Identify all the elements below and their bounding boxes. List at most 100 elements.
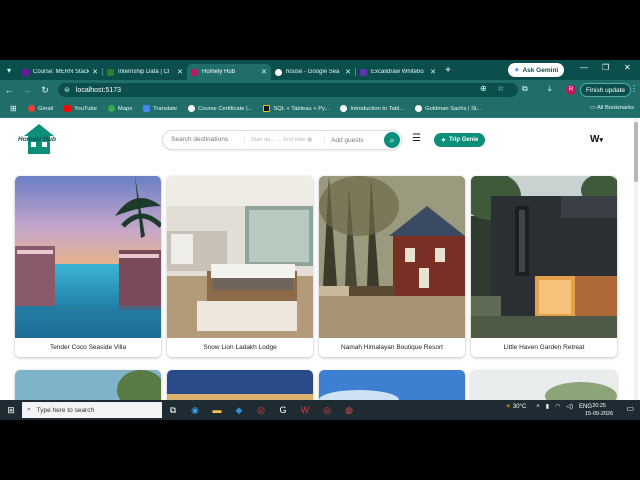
tab-course[interactable]: Course: MERN Stack ✕ xyxy=(18,64,102,80)
vscode-icon[interactable]: ◆ xyxy=(228,402,250,418)
close-window-icon[interactable]: ✕ xyxy=(624,63,631,72)
file-explorer-icon[interactable]: ▬ xyxy=(206,402,228,418)
tab-label: house - Google Sea xyxy=(286,69,340,75)
close-icon[interactable]: ✕ xyxy=(261,68,267,76)
clock-time: 20:25 xyxy=(592,403,606,409)
all-bookmarks-button[interactable]: ▭ All Bookmarks xyxy=(590,105,634,111)
listing-name: Little Haven Garden Retreat xyxy=(503,344,585,351)
chrome-profile-icon[interactable]: ◎ xyxy=(316,402,338,418)
globe-icon xyxy=(340,105,348,112)
edge-icon[interactable]: ◉ xyxy=(184,402,206,418)
chrome-icon[interactable]: ◎ xyxy=(250,402,272,418)
taskbar-search-input[interactable]: ⌕ Type here to search xyxy=(22,402,162,418)
date-range-input[interactable]: Start da... → End date ▦ xyxy=(245,134,325,146)
scrollbar-thumb[interactable] xyxy=(634,122,638,182)
profile-avatar[interactable]: R xyxy=(566,85,576,95)
bookmark-youtube[interactable]: YouTube xyxy=(64,105,97,112)
google-icon[interactable]: G xyxy=(272,402,294,418)
tab-excalidraw[interactable]: Excalidraw Whitebo ✕ xyxy=(356,64,440,80)
globe-icon xyxy=(415,105,423,112)
bookmark-goldman-sachs[interactable]: Goldman Sachs | St... xyxy=(415,105,481,112)
bookmark-intro-tableau[interactable]: Introduction to Tabl... xyxy=(340,105,404,112)
browser-address-bar: ← → ↻ ⊜ localhost:5173 ⊕ ☆ ⧉ ⤓ R Finish … xyxy=(0,80,640,100)
search-icon: ⌕ xyxy=(27,406,31,413)
windows-start-icon[interactable]: ⊞ xyxy=(0,405,22,416)
finish-update-button[interactable]: Finish update xyxy=(580,83,632,97)
bookmark-gmail[interactable]: Gmail xyxy=(28,105,53,112)
trip-genie-button[interactable]: ✦ Trip Genie xyxy=(434,133,486,147)
date-range-label: Start da... → End date xyxy=(251,137,306,143)
weather-icon: ☀ xyxy=(505,404,511,410)
listing-image xyxy=(319,176,465,338)
gmail-icon xyxy=(28,105,35,112)
listing-image xyxy=(167,176,313,338)
tab-internship[interactable]: Internship Data | Cl ✕ xyxy=(103,64,187,80)
close-icon[interactable]: ✕ xyxy=(430,68,436,76)
listing-card[interactable] xyxy=(15,370,161,400)
bookmark-translate[interactable]: Translate xyxy=(143,105,177,112)
bookmark-maps[interactable]: Maps xyxy=(107,105,132,112)
close-icon[interactable]: ✕ xyxy=(345,68,351,76)
ask-gemini-button[interactable]: ✦ Ask Gemini xyxy=(508,63,565,77)
restore-icon[interactable]: ❐ xyxy=(602,63,609,72)
guests-input[interactable]: Add guests xyxy=(325,137,364,144)
extensions-icon[interactable]: ⧉ xyxy=(522,84,528,94)
user-menu[interactable]: W▾ xyxy=(590,134,603,145)
forward-arrow-icon[interactable]: → xyxy=(18,85,36,95)
logo-text: Homely Hub xyxy=(18,136,56,143)
listing-card[interactable] xyxy=(471,370,617,400)
bookmark-label: Gmail xyxy=(38,105,54,112)
bookmark-label: SQL + Tableau + Py... xyxy=(273,105,330,112)
calendar-icon: ▦ xyxy=(306,137,313,143)
listing-card[interactable]: Tender Coco Seaside Villa xyxy=(15,176,161,357)
screen: ▾ Course: MERN Stack ✕ Internship Data |… xyxy=(0,60,640,420)
listing-card[interactable]: Little Haven Garden Retreat xyxy=(471,176,617,357)
chevron-up-icon[interactable]: ˄ xyxy=(536,404,540,410)
bookmark-course-certificate[interactable]: Course Certificate |... xyxy=(188,105,252,112)
tab-homely-hub[interactable]: Homely Hub ✕ xyxy=(187,64,271,80)
globe-icon xyxy=(188,105,196,112)
weather-temp: 30°C xyxy=(512,403,527,410)
wps-office-icon[interactable]: W xyxy=(294,402,316,418)
bookmark-sql-tableau[interactable]: SQL + Tableau + Py... xyxy=(263,105,329,112)
taskbar-clock[interactable]: 20:25 15-09-2026 xyxy=(585,402,613,418)
translate-icon xyxy=(143,105,151,112)
bookmark-star-icon[interactable]: ☆ xyxy=(497,84,504,93)
tab-google-search[interactable]: house - Google Sea ✕ xyxy=(271,64,355,80)
search-bar: Search destinations Start da... → End da… xyxy=(162,130,402,150)
listing-card[interactable]: Snow Lion Ladakh Lodge xyxy=(167,176,313,357)
course-site-icon xyxy=(263,105,271,112)
listing-card[interactable]: Namah Himalayan Boutique Resort xyxy=(319,176,465,357)
task-view-icon[interactable]: ⧉ xyxy=(162,402,184,418)
tab-label: Course: MERN Stack xyxy=(33,69,90,75)
tab-search-icon[interactable]: ▾ xyxy=(0,60,18,80)
apps-grid-icon[interactable]: ⊞ xyxy=(10,104,17,113)
excalidraw-favicon-icon xyxy=(360,68,367,76)
listing-name: Namah Himalayan Boutique Resort xyxy=(341,344,443,351)
destination-input[interactable]: Search destinations xyxy=(163,134,245,146)
battery-icon[interactable]: ▮ xyxy=(546,403,549,410)
listing-card[interactable] xyxy=(167,370,313,400)
new-tab-plus-icon[interactable]: + xyxy=(440,65,456,76)
wifi-icon[interactable]: ◠ xyxy=(555,403,560,410)
close-icon[interactable]: ✕ xyxy=(92,68,98,76)
download-icon[interactable]: ⤓ xyxy=(548,84,552,94)
app-icon[interactable]: ◍ xyxy=(338,402,360,418)
notification-icon[interactable]: ▭ xyxy=(626,404,634,413)
zoom-icon[interactable]: ⊕ xyxy=(480,84,487,93)
filter-sliders-icon[interactable]: ☰ xyxy=(412,133,421,144)
youtube-icon xyxy=(64,105,72,112)
more-menu-icon[interactable]: ⋮ xyxy=(630,84,638,93)
volume-icon[interactable]: ◁) xyxy=(566,403,573,410)
maps-icon xyxy=(107,105,115,112)
bookmark-label: Goldman Sachs | St... xyxy=(425,105,482,112)
bookmark-label: Translate xyxy=(153,105,178,112)
listing-card[interactable] xyxy=(319,370,465,400)
minimize-icon[interactable]: — xyxy=(580,63,588,72)
url-input[interactable]: ⊜ localhost:5173 xyxy=(58,83,518,97)
search-icon[interactable]: ⌕ xyxy=(384,132,400,148)
close-icon[interactable]: ✕ xyxy=(177,68,183,76)
page-scrollbar[interactable] xyxy=(634,118,638,400)
reload-icon[interactable]: ↻ xyxy=(36,85,54,96)
back-arrow-icon[interactable]: ← xyxy=(0,85,18,95)
